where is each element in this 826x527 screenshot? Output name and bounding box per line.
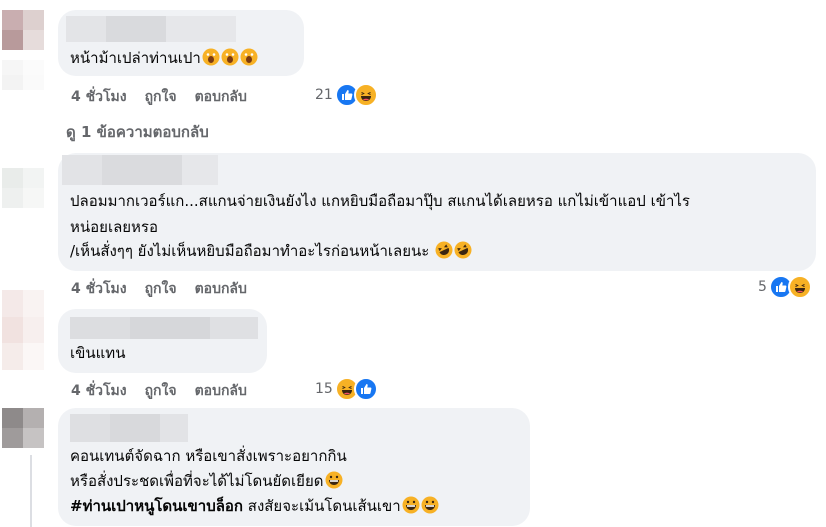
comment-text-line: ปลอมมากเวอร์แก...สแกนจ่ายเงินยังไง แกหยิ… (70, 192, 690, 210)
comment-bubble: หน้าม้าเปล่าท่านเปา (58, 10, 304, 76)
reaction-summary[interactable]: 5 (758, 275, 812, 299)
blurred-author-name[interactable] (70, 317, 258, 339)
comment-bubble: ปลอมมากเวอร์แก...สแกนจ่ายเงินยังไง แกหยิ… (58, 153, 816, 271)
comment-actions: 4 ชั่วโมง ถูกใจ ตอบกลับ (71, 86, 247, 108)
blurred-author-name[interactable] (70, 414, 188, 442)
like-button[interactable]: ถูกใจ (145, 278, 177, 300)
comment-text: เขินแทน (70, 344, 126, 362)
scream-emoji-icon (240, 48, 258, 66)
reaction-summary[interactable]: 15 (315, 377, 378, 401)
haha-reaction-icon (353, 83, 378, 107)
grinning-sweat-emoji-icon (421, 496, 439, 514)
avatar[interactable] (2, 408, 44, 448)
avatar-fragment (2, 60, 44, 90)
reaction-count: 5 (758, 279, 767, 295)
comment-text-line: /เห็นสั่งๆๆ ยังไม่เห็นหยิบมือถือมาทำอะไร… (70, 239, 472, 263)
avatar[interactable] (2, 10, 44, 50)
view-replies-link[interactable]: ดู 1 ข้อความตอบกลับ (66, 120, 209, 144)
timestamp[interactable]: 4 ชั่วโมง (71, 86, 127, 108)
comment-actions: 4 ชั่วโมง ถูกใจ ตอบกลับ (71, 380, 247, 402)
comment-actions: 4 ชั่วโมง ถูกใจ ตอบกลับ (71, 278, 247, 300)
haha-reaction-icon (787, 275, 812, 299)
reaction-count: 21 (315, 87, 333, 103)
comment-text-line: คอนเทนต์จัดฉาก หรือเขาสั่งเพราะอยากกิน (70, 447, 347, 465)
grinning-sweat-emoji-icon (402, 496, 420, 514)
grinning-sweat-emoji-icon (325, 471, 343, 489)
reaction-summary[interactable]: 21 (315, 83, 378, 107)
blurred-author-name[interactable] (62, 155, 218, 185)
comment-text-line: หน่อยเลยหรอ (70, 218, 159, 236)
reaction-count: 15 (315, 381, 333, 397)
comment-text-line: #ท่านเปาหนูโดนเขาบล็อก สงสัยจะเม้นโดนเส้… (70, 494, 439, 518)
reply-button[interactable]: ตอบกลับ (195, 380, 247, 402)
rofl-emoji-icon (435, 241, 453, 259)
timestamp[interactable]: 4 ชั่วโมง (71, 380, 127, 402)
comment-text-line: หรือสั่งประชดเพื่อที่จะได้ไม่โดนยัดเยียด (70, 469, 343, 493)
avatar[interactable] (2, 290, 44, 370)
like-button[interactable]: ถูกใจ (145, 86, 177, 108)
reply-button[interactable]: ตอบกลับ (195, 278, 247, 300)
reply-button[interactable]: ตอบกลับ (195, 86, 247, 108)
thread-line (30, 455, 32, 527)
avatar[interactable] (2, 168, 44, 208)
hashtag-link[interactable]: #ท่านเปาหนูโดนเขาบล็อก (70, 497, 243, 515)
like-button[interactable]: ถูกใจ (145, 380, 177, 402)
comment-bubble: เขินแทน (58, 309, 267, 373)
rofl-emoji-icon (454, 241, 472, 259)
scream-emoji-icon (221, 48, 239, 66)
scream-emoji-icon (202, 48, 220, 66)
like-reaction-icon (353, 377, 378, 401)
blurred-author-name[interactable] (66, 16, 236, 42)
comment-text: หน้าม้าเปล่าท่านเปา (70, 46, 258, 70)
timestamp[interactable]: 4 ชั่วโมง (71, 278, 127, 300)
comment-bubble: คอนเทนต์จัดฉาก หรือเขาสั่งเพราะอยากกิน ห… (58, 408, 530, 526)
